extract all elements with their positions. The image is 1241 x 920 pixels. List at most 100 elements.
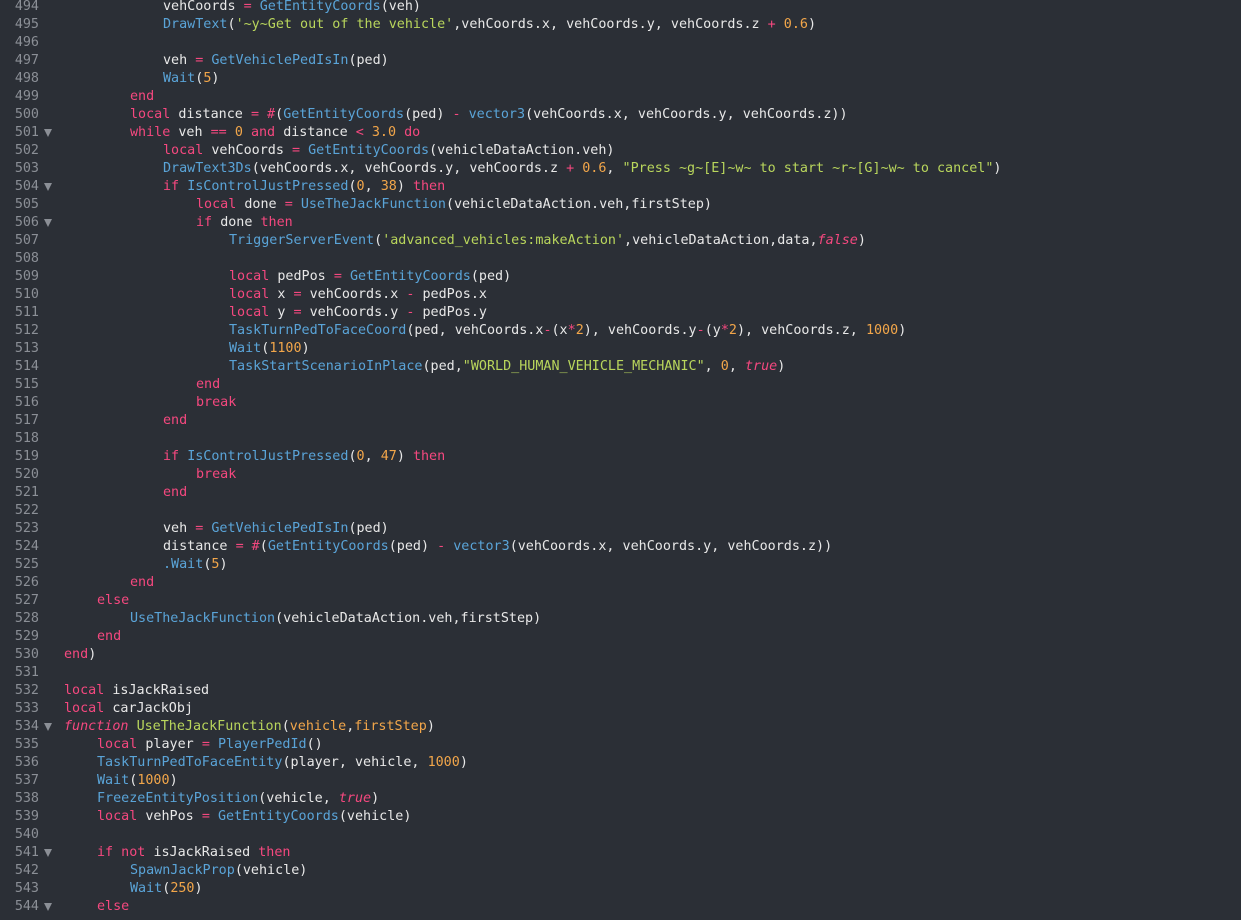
code-editor[interactable]: 494 vehCoords = GetEntityCoords(veh) 495 Dr… xyxy=(0,0,1241,920)
line-number: 495 xyxy=(14,17,39,32)
code-token: = # xyxy=(235,539,260,554)
fold-arrow-icon[interactable] xyxy=(44,219,52,227)
code-line[interactable]: 527 else xyxy=(0,592,1241,610)
code-line[interactable]: 499 end xyxy=(0,88,1241,106)
code-line[interactable]: 506 if done then xyxy=(0,214,1241,232)
code-line[interactable]: 535 local player = PlayerPedId() xyxy=(0,736,1241,754)
code-token: (ped) xyxy=(348,521,389,536)
code-line[interactable]: 541 if not isJackRaised then xyxy=(0,844,1241,862)
code-line[interactable]: 526 end xyxy=(0,574,1241,592)
code-line[interactable]: 525 .Wait(5) xyxy=(0,556,1241,574)
code-line[interactable]: 536 TaskTurnPedToFaceEntity(player, vehic… xyxy=(0,754,1241,772)
fold-arrow-icon[interactable] xyxy=(44,183,52,191)
code-text: end xyxy=(130,88,154,106)
line-number: 513 xyxy=(14,341,39,356)
code-text: end xyxy=(163,484,187,502)
code-line[interactable]: 523 veh = GetVehiclePedIsIn(ped) xyxy=(0,520,1241,538)
code-line[interactable]: 528 UseTheJackFunction(vehicleDataAction.… xyxy=(0,610,1241,628)
code-line[interactable]: 507 TriggerServerEvent('advanced_vehicles… xyxy=(0,232,1241,250)
code-text: DrawText('~y~Get out of the vehicle',veh… xyxy=(163,16,816,34)
code-line[interactable]: 496 xyxy=(0,34,1241,52)
code-line[interactable]: 511 local y = vehCoords.y - pedPos.y xyxy=(0,304,1241,322)
code-token: function xyxy=(64,719,137,734)
code-line[interactable]: 497 veh = GetVehiclePedIsIn(ped) xyxy=(0,52,1241,70)
code-token: "WORLD_HUMAN_VEHICLE_MECHANIC" xyxy=(462,359,705,374)
code-token: ) xyxy=(301,341,310,356)
code-token: do xyxy=(404,125,421,140)
code-line[interactable]: 539 local vehPos = GetEntityCoords(vehicl… xyxy=(0,808,1241,826)
code-line[interactable]: 510 local x = vehCoords.x - pedPos.x xyxy=(0,286,1241,304)
code-token: = xyxy=(243,0,260,14)
code-token: local xyxy=(130,107,179,122)
code-line[interactable]: 534 function UseTheJackFunction(vehicle,f… xyxy=(0,718,1241,736)
code-line[interactable]: 504 if IsControlJustPressed(0, 38) then xyxy=(0,178,1241,196)
fold-arrow-icon[interactable] xyxy=(44,849,52,857)
code-line[interactable]: 531 xyxy=(0,664,1241,682)
code-line[interactable]: 517 end xyxy=(0,412,1241,430)
code-token: UseTheJackFunction xyxy=(130,611,276,626)
code-line[interactable]: 495 DrawText('~y~Get out of the vehicle',… xyxy=(0,16,1241,34)
code-line[interactable]: 519 if IsControlJustPressed(0, 47) then xyxy=(0,448,1241,466)
code-line[interactable]: 513 Wait(1100) xyxy=(0,340,1241,358)
code-line[interactable]: 521 end xyxy=(0,484,1241,502)
code-line[interactable]: 500 local distance = #(GetEntityCoords(pe… xyxy=(0,106,1241,124)
code-line[interactable]: 533 local carJackObj xyxy=(0,700,1241,718)
code-line[interactable]: 508 xyxy=(0,250,1241,268)
code-text: SpawnJackProp(vehicle) xyxy=(130,862,307,880)
line-number: 517 xyxy=(14,413,39,428)
line-number: 512 xyxy=(14,323,39,338)
code-line[interactable]: 514 TaskStartScenarioInPlace(ped,"WORLD_H… xyxy=(0,358,1241,376)
code-line[interactable]: 515 end xyxy=(0,376,1241,394)
code-token: + xyxy=(566,161,583,176)
line-number: 536 xyxy=(14,755,39,770)
code-line[interactable]: 544 else xyxy=(0,898,1241,916)
code-token: if not xyxy=(97,845,154,860)
code-text: Wait(1100) xyxy=(229,340,310,358)
code-line[interactable]: 505 local done = UseTheJackFunction(vehic… xyxy=(0,196,1241,214)
code-line[interactable]: 503 DrawText3Ds(vehCoords.x, vehCoords.y,… xyxy=(0,160,1241,178)
fold-arrow-icon[interactable] xyxy=(44,129,52,137)
code-text: end) xyxy=(64,646,96,664)
code-line[interactable]: 498 Wait(5) xyxy=(0,70,1241,88)
code-line[interactable]: 538 FreezeEntityPosition(vehicle, true) xyxy=(0,790,1241,808)
code-line[interactable]: 520 break xyxy=(0,466,1241,484)
code-line[interactable]: 529 end xyxy=(0,628,1241,646)
code-token: vector3 xyxy=(468,107,526,122)
line-number: 504 xyxy=(14,179,39,194)
code-token: DrawText3Ds xyxy=(163,161,252,176)
code-line[interactable]: 542 SpawnJackProp(vehicle) xyxy=(0,862,1241,880)
code-line[interactable]: 494 vehCoords = GetEntityCoords(veh) xyxy=(0,0,1241,16)
line-number: 502 xyxy=(14,143,39,158)
code-line[interactable]: 516 break xyxy=(0,394,1241,412)
code-line[interactable]: 502 local vehCoords = GetEntityCoords(veh… xyxy=(0,142,1241,160)
code-token: 3.0 xyxy=(371,125,405,140)
fold-arrow-icon[interactable] xyxy=(44,723,52,731)
code-line[interactable]: 543 Wait(250) xyxy=(0,880,1241,898)
line-number: 534 xyxy=(14,719,39,734)
code-text: end xyxy=(97,628,121,646)
code-text: .Wait(5) xyxy=(163,556,228,574)
code-token: GetEntityCoords xyxy=(308,143,430,158)
code-line[interactable]: 522 xyxy=(0,502,1241,520)
code-line[interactable]: 530 end) xyxy=(0,646,1241,664)
code-token: (vehCoords.x, vehCoords.y, vehCoords.z)) xyxy=(509,539,833,554)
code-line[interactable]: 512 TaskTurnPedToFaceCoord(ped, vehCoords… xyxy=(0,322,1241,340)
code-line[interactable]: 501 while veh == 0 and distance < 3.0 do xyxy=(0,124,1241,142)
code-line[interactable]: 540 xyxy=(0,826,1241,844)
code-token: vehicle xyxy=(289,719,347,734)
line-number: 525 xyxy=(14,557,39,572)
line-number: 500 xyxy=(14,107,39,122)
code-text: local carJackObj xyxy=(64,700,193,718)
code-token: ( xyxy=(227,17,236,32)
code-line[interactable]: 509 local pedPos = GetEntityCoords(ped) xyxy=(0,268,1241,286)
code-line[interactable]: 537 Wait(1000) xyxy=(0,772,1241,790)
line-number: 501 xyxy=(14,125,39,140)
line-number: 533 xyxy=(14,701,39,716)
code-line[interactable]: 524 distance = #(GetEntityCoords(ped) - v… xyxy=(0,538,1241,556)
code-token: = xyxy=(284,197,301,212)
code-text: if IsControlJustPressed(0, 38) then xyxy=(163,178,445,196)
code-token: 0.6 xyxy=(582,161,607,176)
code-line[interactable]: 518 xyxy=(0,430,1241,448)
code-line[interactable]: 532 local isJackRaised xyxy=(0,682,1241,700)
fold-arrow-icon[interactable] xyxy=(44,903,52,911)
